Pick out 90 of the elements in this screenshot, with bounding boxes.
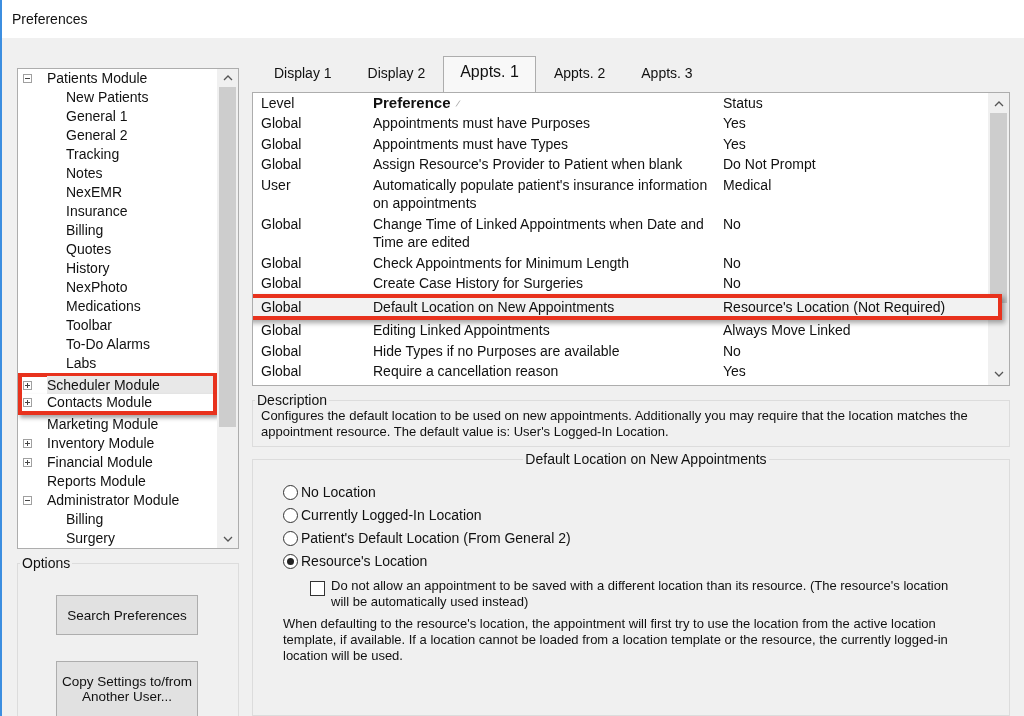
note-text: When defaulting to the resource's location, the appointment will first try to use the location from the active location template, if available. If a location cannot be loaded from a location template or the resource, the currently logged-in location will be used. (283, 616, 949, 664)
table-row[interactable]: Global Appointments must have Types Yes (253, 133, 988, 154)
tree-item[interactable]: New Patients (18, 88, 217, 107)
tree-item[interactable]: History (18, 259, 217, 278)
tree-item[interactable]: Administrator Module (18, 491, 217, 510)
tree-item[interactable]: Insurance (18, 202, 217, 221)
table-row[interactable]: Global Create Case History for Surgeries No (253, 273, 988, 294)
tree-item[interactable]: Toolbar (18, 316, 217, 335)
table-row[interactable]: Global Editing Linked Appointments Always Move Linked (253, 320, 988, 341)
tree-item[interactable]: Billing (18, 510, 217, 529)
description-text: Configures the default location to be used on new appointments. Additionally you may require that the location matches the appointment resource. The default value is: User's Logged-In Location. (261, 408, 969, 440)
checkbox-option[interactable]: Do not allow an appointment to be saved with a different location than its resource. (The resource's location will be automatically used instead) (310, 578, 959, 610)
tree-item[interactable]: Labs (18, 354, 217, 373)
table-cell-text: Global (260, 321, 303, 340)
table-cell-text: Always Move Linked (722, 321, 852, 340)
tree-item[interactable]: Patients Module (18, 69, 217, 88)
table-cell-text: Change Time of Linked Appointments when Date and Time are edited (372, 214, 705, 252)
tree-item[interactable]: Marketing Module (18, 415, 217, 434)
tree-item[interactable]: Tracking (18, 145, 217, 164)
table-cell-text: Appointments must have Types (372, 134, 570, 153)
tree-item[interactable]: Quotes (18, 240, 217, 259)
tree-item[interactable]: General 1 (18, 107, 217, 126)
table-row[interactable]: Global Check Appointments for Minimum Length No (253, 252, 988, 273)
table-cell-text: No (722, 214, 742, 234)
table-cell-text: Require a cancellation reason (372, 362, 560, 381)
group-title: Description (256, 392, 329, 408)
table-cell-text: Global (260, 253, 303, 272)
table-cell-text: Hide Types if no Purposes are available (372, 341, 621, 360)
tree-item[interactable]: To-Do Alarms (18, 335, 217, 354)
table-row[interactable]: Global Hide Types if no Purposes are available No (253, 340, 988, 361)
group-title: Options (21, 555, 72, 571)
table-cell-text: Global (260, 274, 303, 293)
tab[interactable]: Appts. 3 (623, 62, 711, 92)
table-row[interactable]: Global Appointments must have Purposes Yes (253, 113, 988, 134)
table-cell-text: Assign Resource's Provider to Patient when blank (372, 155, 684, 174)
tree-item[interactable]: Medications (18, 297, 217, 316)
radio-option[interactable]: Patient's Default Location (From General 2) (283, 529, 1009, 547)
radio-option[interactable]: Resource's Location (283, 552, 1009, 570)
tree-item[interactable]: NexEMR (18, 183, 217, 202)
tree-item[interactable]: Contacts Module (18, 394, 217, 415)
table-cell-text: Global (260, 341, 303, 360)
table-row[interactable]: Global Change Time of Linked Appointments when Date and Time are edited No (253, 213, 988, 253)
table-cell-text: No (722, 274, 742, 293)
table-cell-text: Do Not Prompt (722, 155, 817, 174)
table-cell-text: No (722, 341, 742, 360)
table-cell-text: User (260, 175, 292, 195)
tree-item[interactable]: Scheduler Module (18, 373, 217, 394)
column-header[interactable]: Preference (373, 93, 451, 113)
table-row[interactable]: Global Assign Resource's Provider to Patient when blank Do Not Prompt (253, 154, 988, 175)
tree-item[interactable]: NexPhoto (18, 278, 217, 297)
table-cell-text: No (722, 253, 742, 272)
table-row[interactable]: Global Default Location on New Appointments Resource's Location (Not Required) (253, 293, 1002, 320)
table-cell-text: Resource's Location (Not Required) (722, 297, 947, 316)
table-cell-text: Yes (722, 134, 747, 153)
table-cell-text: Global (260, 297, 303, 316)
tab[interactable]: Appts. 2 (535, 62, 624, 92)
table-cell-text: Global (260, 214, 303, 234)
radio-option[interactable]: No Location (283, 483, 1009, 501)
table-cell-text: Yes (722, 114, 747, 133)
tree-item[interactable]: Surgery (18, 529, 217, 548)
tree-item[interactable]: Billing (18, 221, 217, 240)
tree-item[interactable]: General 2 (18, 126, 217, 145)
tree-item[interactable]: Inventory Module (18, 434, 217, 453)
table-cell-text: Appointments must have Purposes (372, 114, 592, 133)
options-button[interactable]: Copy Settings to/from Another User... (56, 661, 198, 716)
tree-item[interactable]: Notes (18, 164, 217, 183)
table-cell-text: Global (260, 134, 303, 153)
table-cell-text: Medical (722, 175, 773, 195)
column-header[interactable]: Status (715, 93, 988, 113)
tree-item[interactable]: Reports Module (18, 472, 217, 491)
table-cell-text: Yes (722, 362, 747, 381)
options-button[interactable]: Search Preferences (56, 595, 198, 635)
tab[interactable]: Display 2 (349, 62, 444, 92)
table-cell-text: Editing Linked Appointments (372, 321, 551, 340)
tab[interactable]: Appts. 1 (443, 56, 536, 92)
group-title: Default Location on New Appointments (524, 451, 768, 467)
window-title: Preferences (12, 11, 88, 27)
radio-option[interactable]: Currently Logged-In Location (283, 506, 1009, 524)
table-cell-text: Global (260, 362, 303, 381)
table-row[interactable]: Global Require a cancellation reason Yes (253, 361, 988, 382)
table-row[interactable]: User Automatically populate patient's insurance information on appointments Medical (253, 174, 988, 214)
table-cell-text: Default Location on New Appointments (372, 297, 616, 316)
tree-item[interactable]: Financial Module (18, 453, 217, 472)
column-header[interactable]: Level (253, 93, 365, 113)
table-cell-text: Check Appointments for Minimum Length (372, 253, 630, 272)
table-cell-text: Create Case History for Surgeries (372, 274, 585, 293)
tab[interactable]: Display 1 (256, 62, 350, 92)
table-cell-text: Automatically populate patient's insurance information on appointments (372, 175, 709, 213)
table-cell-text: Global (260, 114, 303, 133)
table-cell-text: Global (260, 155, 303, 174)
